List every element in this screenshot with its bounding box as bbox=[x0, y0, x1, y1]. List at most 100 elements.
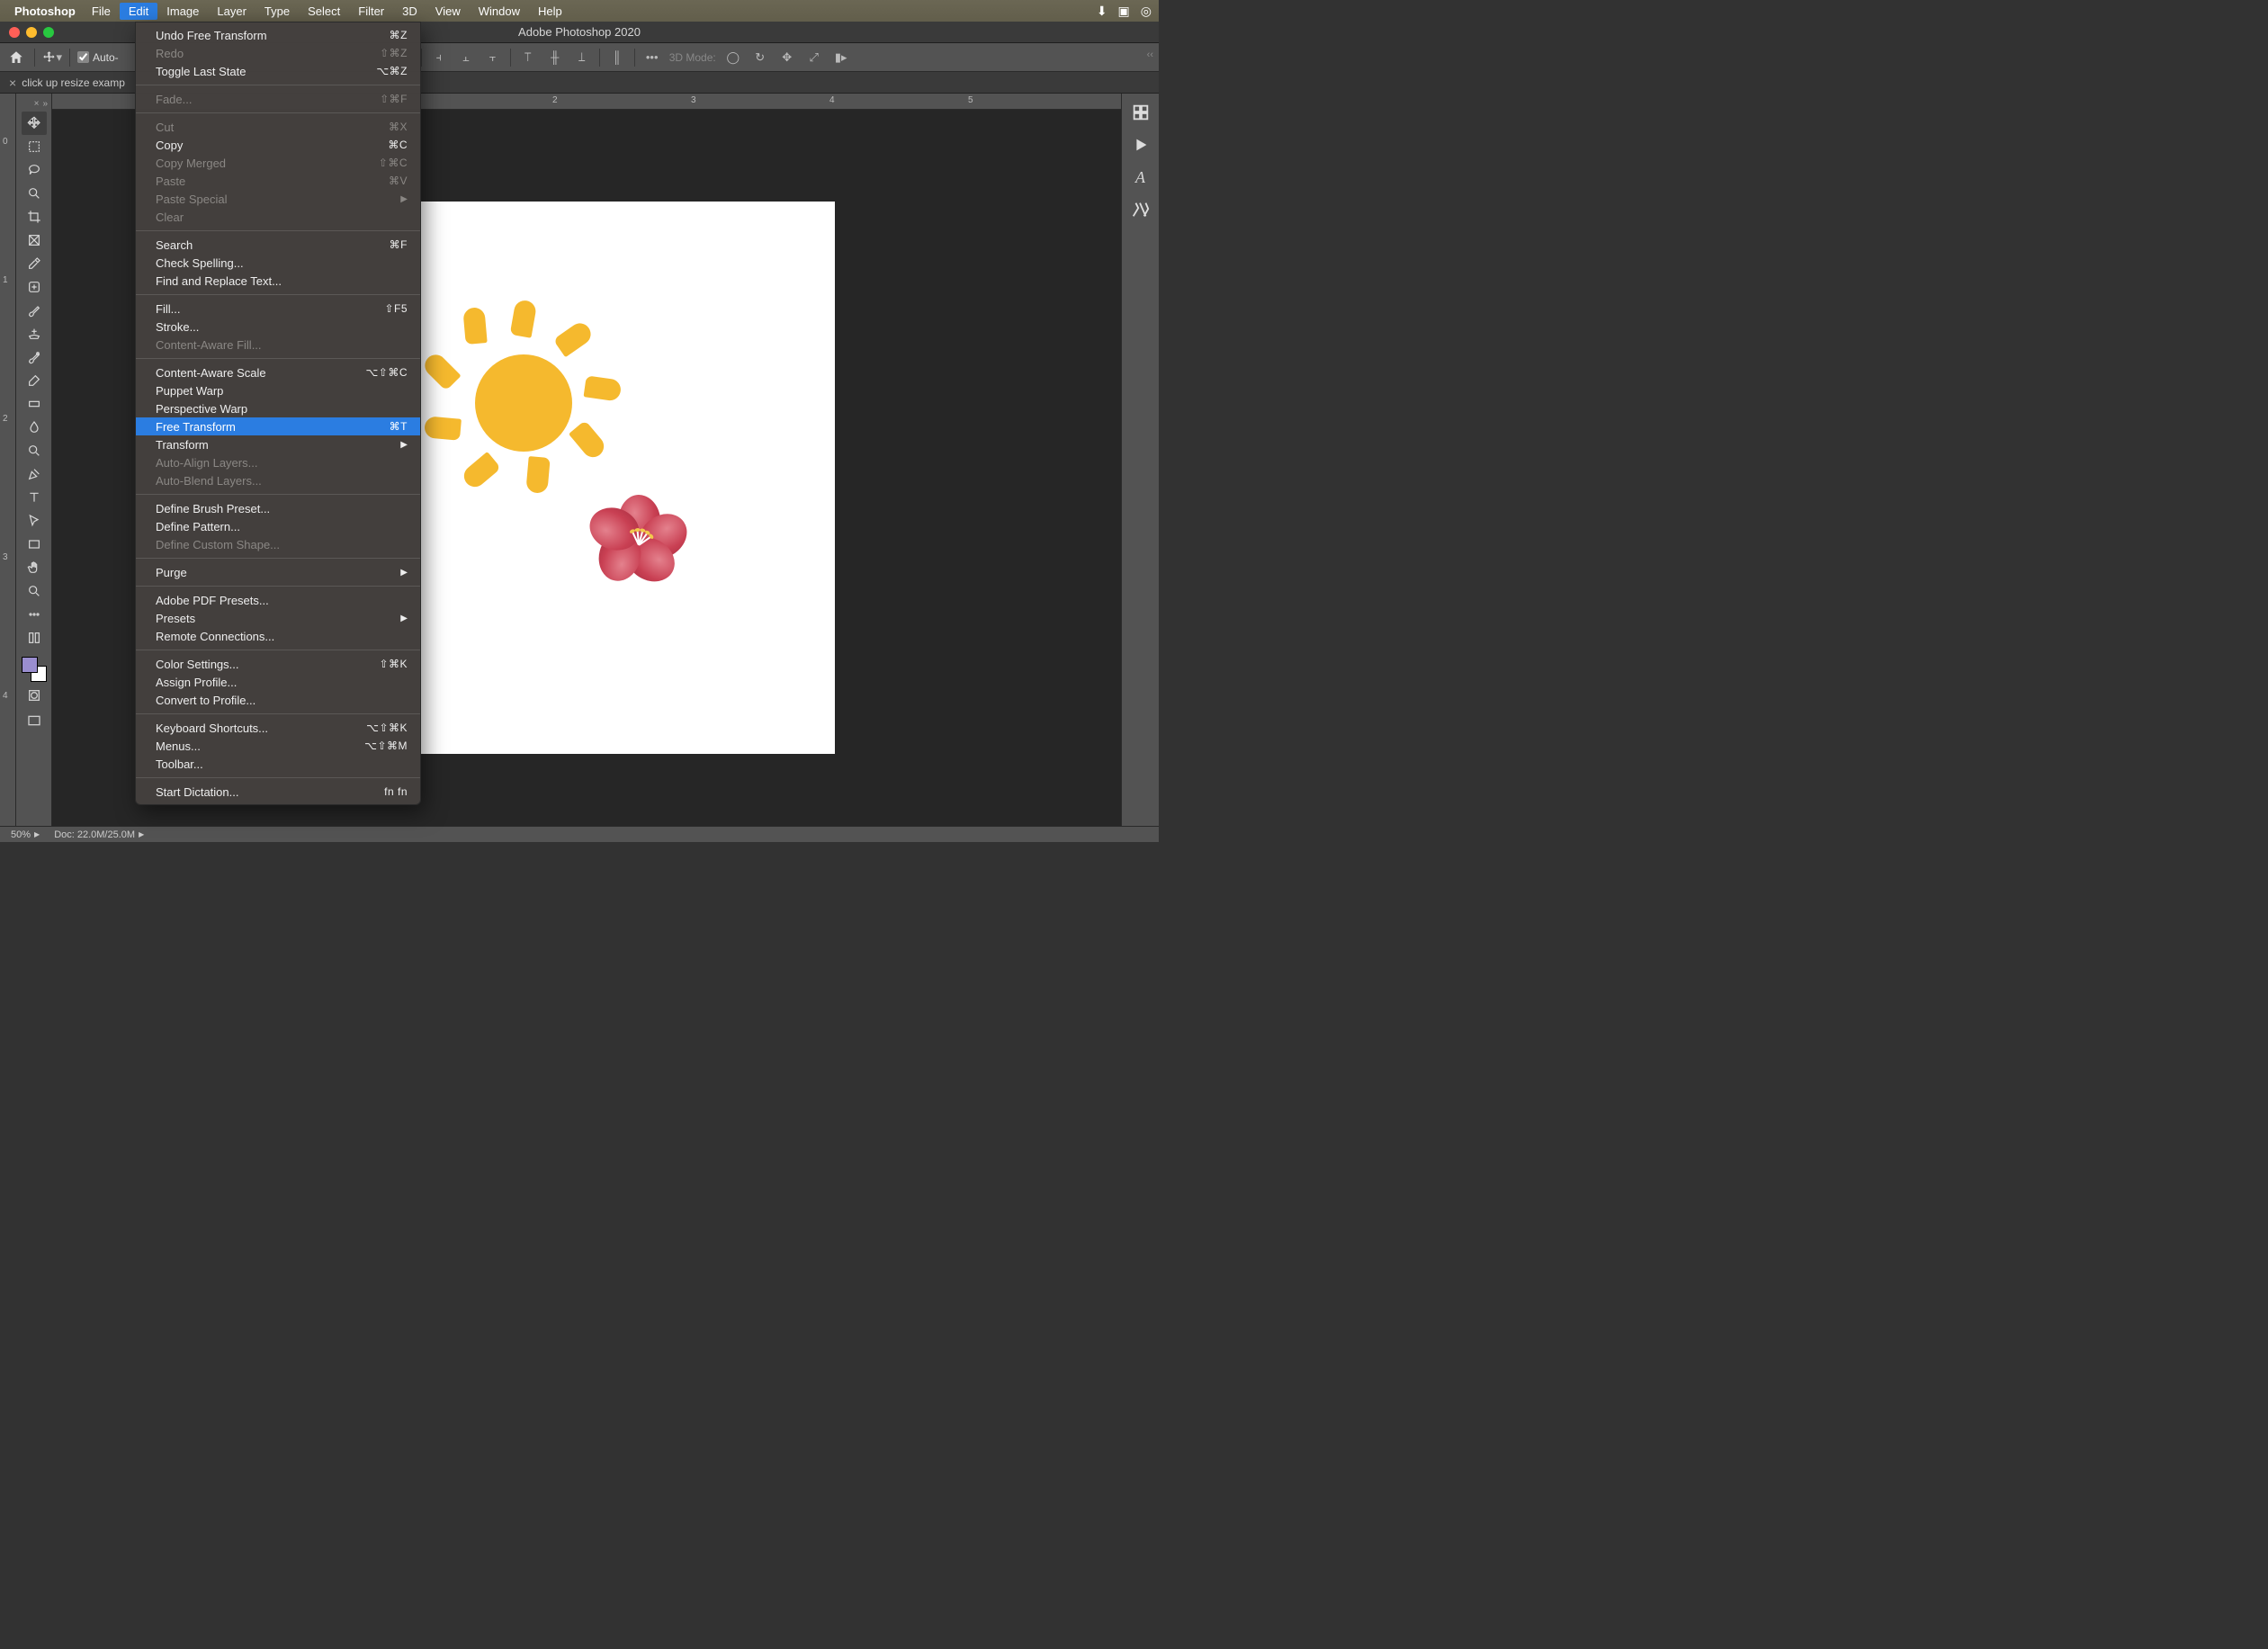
move-tool[interactable] bbox=[22, 112, 47, 135]
menu-image[interactable]: Image bbox=[157, 3, 208, 20]
eraser-tool[interactable] bbox=[22, 369, 47, 392]
edit-menu-menus[interactable]: Menus...⌥⇧⌘M bbox=[136, 737, 420, 755]
rectangle-tool[interactable] bbox=[22, 533, 47, 556]
color-swatches[interactable] bbox=[22, 657, 47, 682]
edit-menu-transform[interactable]: Transform▶ bbox=[136, 435, 420, 453]
edit-menu-remote-connections[interactable]: Remote Connections... bbox=[136, 627, 420, 645]
align-top-icon[interactable]: ⟙ bbox=[518, 48, 538, 67]
type-tool[interactable] bbox=[22, 486, 47, 509]
character-icon[interactable]: A bbox=[1131, 167, 1151, 187]
pen-tool[interactable] bbox=[22, 462, 47, 486]
menu-select[interactable]: Select bbox=[299, 3, 349, 20]
edit-menu-search[interactable]: Search⌘F bbox=[136, 236, 420, 254]
edit-menu-color-settings[interactable]: Color Settings...⇧⌘K bbox=[136, 655, 420, 673]
edit-toolbar[interactable] bbox=[22, 626, 47, 650]
align-right-icon[interactable]: ⫟ bbox=[483, 48, 503, 67]
dropbox-icon[interactable]: ⬇ bbox=[1097, 4, 1107, 19]
menu-3d[interactable]: 3D bbox=[393, 3, 426, 20]
window-maximize-button[interactable] bbox=[43, 27, 54, 38]
align-left-icon[interactable]: ⫞ bbox=[429, 48, 449, 67]
more-tools[interactable] bbox=[22, 603, 47, 626]
zoom-tool[interactable] bbox=[22, 579, 47, 603]
canvas[interactable] bbox=[421, 202, 835, 754]
distribute-icon[interactable]: ║ bbox=[607, 48, 627, 67]
menu-file[interactable]: File bbox=[83, 3, 120, 20]
gradient-tool[interactable] bbox=[22, 392, 47, 416]
dodge-tool[interactable] bbox=[22, 439, 47, 462]
edit-menu-find-and-replace-text[interactable]: Find and Replace Text... bbox=[136, 272, 420, 290]
brush-tool[interactable] bbox=[22, 299, 47, 322]
edit-menu-puppet-warp[interactable]: Puppet Warp bbox=[136, 381, 420, 399]
doc-info[interactable]: Doc: 22.0M/25.0M ▶ bbox=[54, 829, 144, 840]
menu-edit[interactable]: Edit bbox=[120, 3, 157, 20]
zoom-level[interactable]: 50% ▶ bbox=[11, 829, 40, 840]
window-close-button[interactable] bbox=[9, 27, 20, 38]
properties-icon[interactable] bbox=[1131, 103, 1151, 122]
edit-menu-start-dictation[interactable]: Start Dictation...fn fn bbox=[136, 783, 420, 801]
window-minimize-button[interactable] bbox=[26, 27, 37, 38]
marquee-tool[interactable] bbox=[22, 135, 47, 158]
history-brush-tool[interactable] bbox=[22, 345, 47, 369]
path-select-tool[interactable] bbox=[22, 509, 47, 533]
edit-menu-content-aware-scale[interactable]: Content-Aware Scale⌥⇧⌘C bbox=[136, 363, 420, 381]
menu-filter[interactable]: Filter bbox=[349, 3, 393, 20]
align-center-h-icon[interactable]: ⫠ bbox=[456, 48, 476, 67]
adjustments-icon[interactable] bbox=[1131, 200, 1151, 220]
3d-pan-icon[interactable]: ✥ bbox=[777, 48, 797, 67]
align-center-v-icon[interactable]: ╫ bbox=[545, 48, 565, 67]
cc-icon[interactable]: ◎ bbox=[1141, 4, 1152, 19]
edit-menu-adobe-pdf-presets[interactable]: Adobe PDF Presets... bbox=[136, 591, 420, 609]
edit-menu-stroke[interactable]: Stroke... bbox=[136, 318, 420, 336]
home-button[interactable] bbox=[5, 47, 27, 68]
healing-brush-tool[interactable] bbox=[22, 275, 47, 299]
edit-menu-convert-to-profile[interactable]: Convert to Profile... bbox=[136, 691, 420, 709]
toolbox-close-icon[interactable]: × bbox=[34, 99, 40, 110]
screen-mode-icon[interactable] bbox=[22, 709, 47, 732]
clone-stamp-tool[interactable] bbox=[22, 322, 47, 345]
lasso-tool[interactable] bbox=[22, 158, 47, 182]
menu-type[interactable]: Type bbox=[255, 3, 299, 20]
menu-layer[interactable]: Layer bbox=[208, 3, 255, 20]
edit-menu-purge[interactable]: Purge▶ bbox=[136, 563, 420, 581]
edit-menu-presets[interactable]: Presets▶ bbox=[136, 609, 420, 627]
edit-menu-keyboard-shortcuts[interactable]: Keyboard Shortcuts...⌥⇧⌘K bbox=[136, 719, 420, 737]
menu-help[interactable]: Help bbox=[529, 3, 571, 20]
edit-menu-check-spelling[interactable]: Check Spelling... bbox=[136, 254, 420, 272]
blur-tool[interactable] bbox=[22, 416, 47, 439]
3d-orbit-icon[interactable]: ◯ bbox=[723, 48, 743, 67]
auto-select-checkbox[interactable]: Auto- bbox=[77, 51, 119, 64]
edit-menu-toggle-last-state[interactable]: Toggle Last State⌥⌘Z bbox=[136, 62, 420, 80]
align-bottom-icon[interactable]: ⟘ bbox=[572, 48, 592, 67]
move-tool-icon[interactable]: ▾ bbox=[42, 48, 62, 67]
edit-menu-define-pattern[interactable]: Define Pattern... bbox=[136, 517, 420, 535]
edit-menu-perspective-warp[interactable]: Perspective Warp bbox=[136, 399, 420, 417]
hand-tool[interactable] bbox=[22, 556, 47, 579]
3d-roll-icon[interactable]: ↻ bbox=[750, 48, 770, 67]
toolbox-collapse-icon[interactable]: » bbox=[42, 99, 48, 110]
document-tab[interactable]: × click up resize examp bbox=[0, 72, 134, 93]
more-options-icon[interactable]: ••• bbox=[642, 48, 662, 67]
quick-select-tool[interactable] bbox=[22, 182, 47, 205]
close-tab-icon[interactable]: × bbox=[9, 76, 16, 90]
edit-menu-free-transform[interactable]: Free Transform⌘T bbox=[136, 417, 420, 435]
edit-menu-undo-free-transform[interactable]: Undo Free Transform⌘Z bbox=[136, 26, 420, 44]
3d-slide-icon[interactable]: ⤢ bbox=[804, 48, 824, 67]
foreground-color-swatch[interactable] bbox=[22, 657, 38, 673]
app-name[interactable]: Photoshop bbox=[14, 4, 76, 18]
edit-menu-assign-profile[interactable]: Assign Profile... bbox=[136, 673, 420, 691]
menu-view[interactable]: View bbox=[426, 3, 470, 20]
edit-menu-define-brush-preset[interactable]: Define Brush Preset... bbox=[136, 499, 420, 517]
crop-tool[interactable] bbox=[22, 205, 47, 229]
frame-tool[interactable] bbox=[22, 229, 47, 252]
eyedropper-tool[interactable] bbox=[22, 252, 47, 275]
3d-camera-icon[interactable]: ▮▸ bbox=[831, 48, 851, 67]
display-icon[interactable]: ▣ bbox=[1118, 4, 1130, 19]
flower-graphic bbox=[594, 498, 684, 579]
quick-mask-icon[interactable] bbox=[22, 684, 47, 707]
play-icon[interactable] bbox=[1131, 135, 1151, 155]
edit-menu-toolbar[interactable]: Toolbar... bbox=[136, 755, 420, 773]
edit-menu-fill[interactable]: Fill...⇧F5 bbox=[136, 300, 420, 318]
edit-menu-copy[interactable]: Copy⌘C bbox=[136, 136, 420, 154]
menu-window[interactable]: Window bbox=[470, 3, 529, 20]
expand-panels-icon[interactable]: ‹‹ bbox=[1147, 49, 1153, 60]
